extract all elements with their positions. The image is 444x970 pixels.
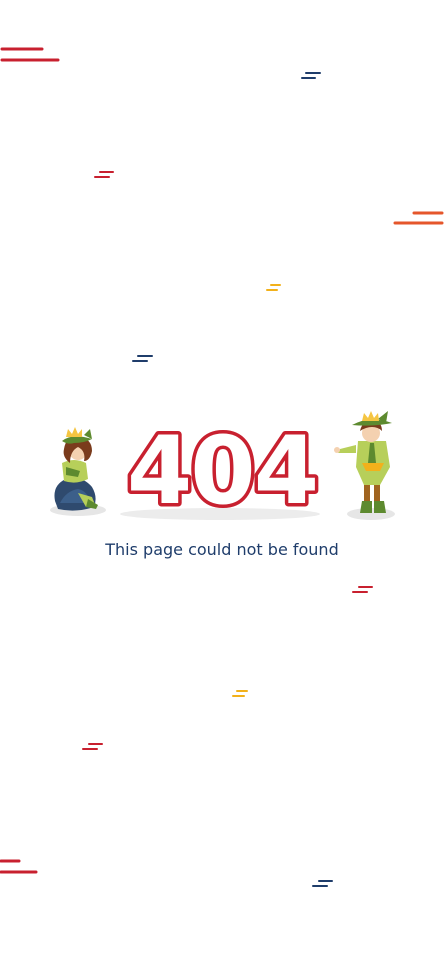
error-illustration: 404 <box>0 405 444 530</box>
error-code-text: 404 <box>127 417 317 525</box>
decor-dash <box>392 210 444 228</box>
sitting-elf-character <box>54 427 98 511</box>
decor-dash <box>265 283 283 293</box>
decor-dash <box>81 742 105 752</box>
error-message: This page could not be found <box>105 540 339 559</box>
decor-dash <box>300 71 324 81</box>
decor-dash <box>93 170 117 180</box>
decor-dash <box>131 354 155 364</box>
standing-elf-character <box>334 411 392 513</box>
decor-dash <box>231 689 251 699</box>
decor-dash <box>311 879 335 889</box>
decor-dash <box>351 585 375 595</box>
error-code: 404 <box>123 414 322 530</box>
decor-dash <box>0 858 40 876</box>
decor-dash <box>0 46 62 64</box>
